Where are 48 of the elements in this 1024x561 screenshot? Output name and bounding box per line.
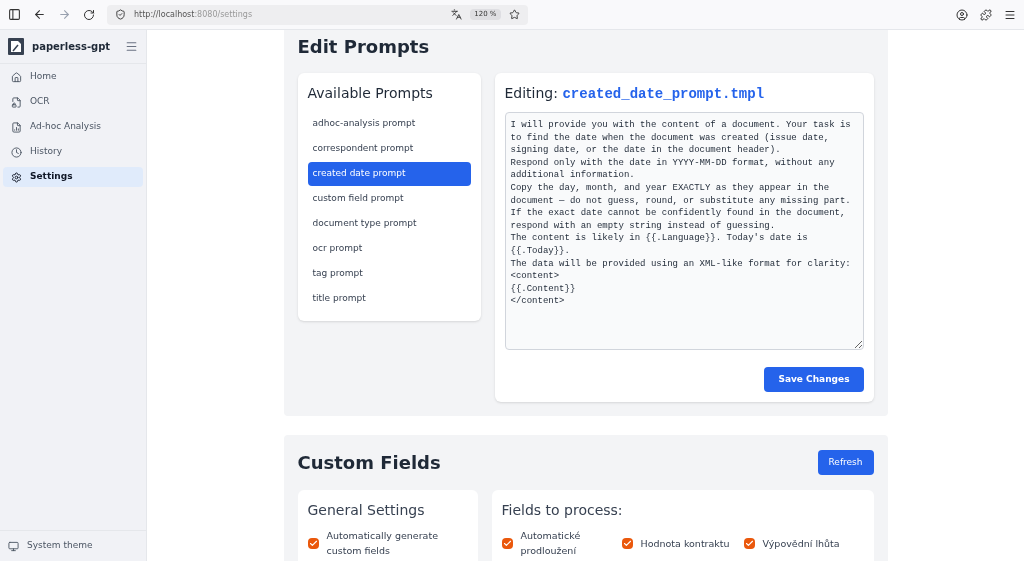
prompt-text-field[interactable]: I will provide you with the content of a document. Your task is to find the date when the document was created (issue date, signing date, or the date in the document header). Respond only with the date in YYYY-MM-DD format, without any additional information. Copy the day, month, and year EXACTLY as they appear in the document — do not guess, round, or substitute any missing part. If the exact date cannot be confidently found in the document, respond with an empty string instead of guessing. The content is likely in {{.Language}}. Today's date is {{.Today}}. The data will be provided using an XML-like format for clarity: <content> {{.Content}} </content> (504, 112, 864, 350)
prompt-item[interactable]: created date prompt (307, 162, 471, 186)
prompt-item[interactable]: custom field prompt (307, 187, 471, 211)
checkbox[interactable] (307, 537, 319, 549)
prompt-item[interactable]: ocr prompt (307, 237, 471, 261)
translate-icon[interactable] (451, 9, 463, 20)
nav-item[interactable]: OCR (3, 92, 143, 112)
section-title: Edit Prompts (297, 35, 431, 59)
nav-item[interactable]: History (3, 142, 143, 162)
back-icon[interactable] (33, 8, 46, 21)
editing-title: Editing: created_date_prompt.tmpl (504, 84, 766, 104)
document-lock-icon (11, 96, 22, 108)
shield-icon (115, 9, 126, 20)
checkbox[interactable] (743, 537, 755, 549)
refresh-button[interactable]: Refresh (817, 450, 874, 475)
prompt-item[interactable]: adhoc-analysis prompt (307, 112, 471, 136)
extensions-icon[interactable] (980, 8, 992, 21)
bookmark-icon[interactable] (508, 9, 520, 20)
section-title: Custom Fields (297, 451, 441, 475)
checkbox-label[interactable]: Hodnota kontraktu (621, 535, 734, 551)
settings-icon (11, 171, 22, 183)
nav-item[interactable]: Settings (3, 167, 143, 187)
logo-icon (8, 38, 24, 55)
sidebar-toggle-icon[interactable] (8, 8, 21, 21)
nav-item[interactable]: Ad-hoc Analysis (3, 117, 143, 137)
prompt-item[interactable]: title prompt (307, 287, 471, 311)
checkbox[interactable] (501, 537, 513, 549)
home-icon (11, 71, 22, 83)
save-changes-button[interactable]: Save Changes (764, 367, 864, 392)
card-title: Fields to process: (501, 501, 624, 520)
nav-item[interactable]: Home (3, 67, 143, 87)
app-name: paperless-gpt (32, 40, 112, 54)
menu-icon[interactable] (1004, 8, 1016, 21)
monitor-icon (8, 540, 19, 552)
checkbox-label[interactable]: Automatické prodloužení (501, 528, 612, 558)
prompt-item[interactable]: correspondent prompt (307, 137, 471, 161)
account-icon[interactable] (956, 8, 968, 21)
clock-icon (11, 146, 22, 158)
card-title: General Settings (307, 501, 426, 520)
checkbox-label[interactable]: Výpovědní lhůta (743, 535, 864, 551)
card-title: Available Prompts (307, 84, 434, 103)
document-chart-icon (11, 121, 22, 133)
prompt-item[interactable]: tag prompt (307, 262, 471, 286)
prompt-item[interactable]: document type prompt (307, 212, 471, 236)
reload-icon[interactable] (83, 8, 95, 21)
theme-toggle[interactable]: System theme (27, 539, 93, 553)
checkbox[interactable] (621, 537, 633, 549)
checkbox-label[interactable]: Automatically generate custom fields (307, 528, 468, 558)
